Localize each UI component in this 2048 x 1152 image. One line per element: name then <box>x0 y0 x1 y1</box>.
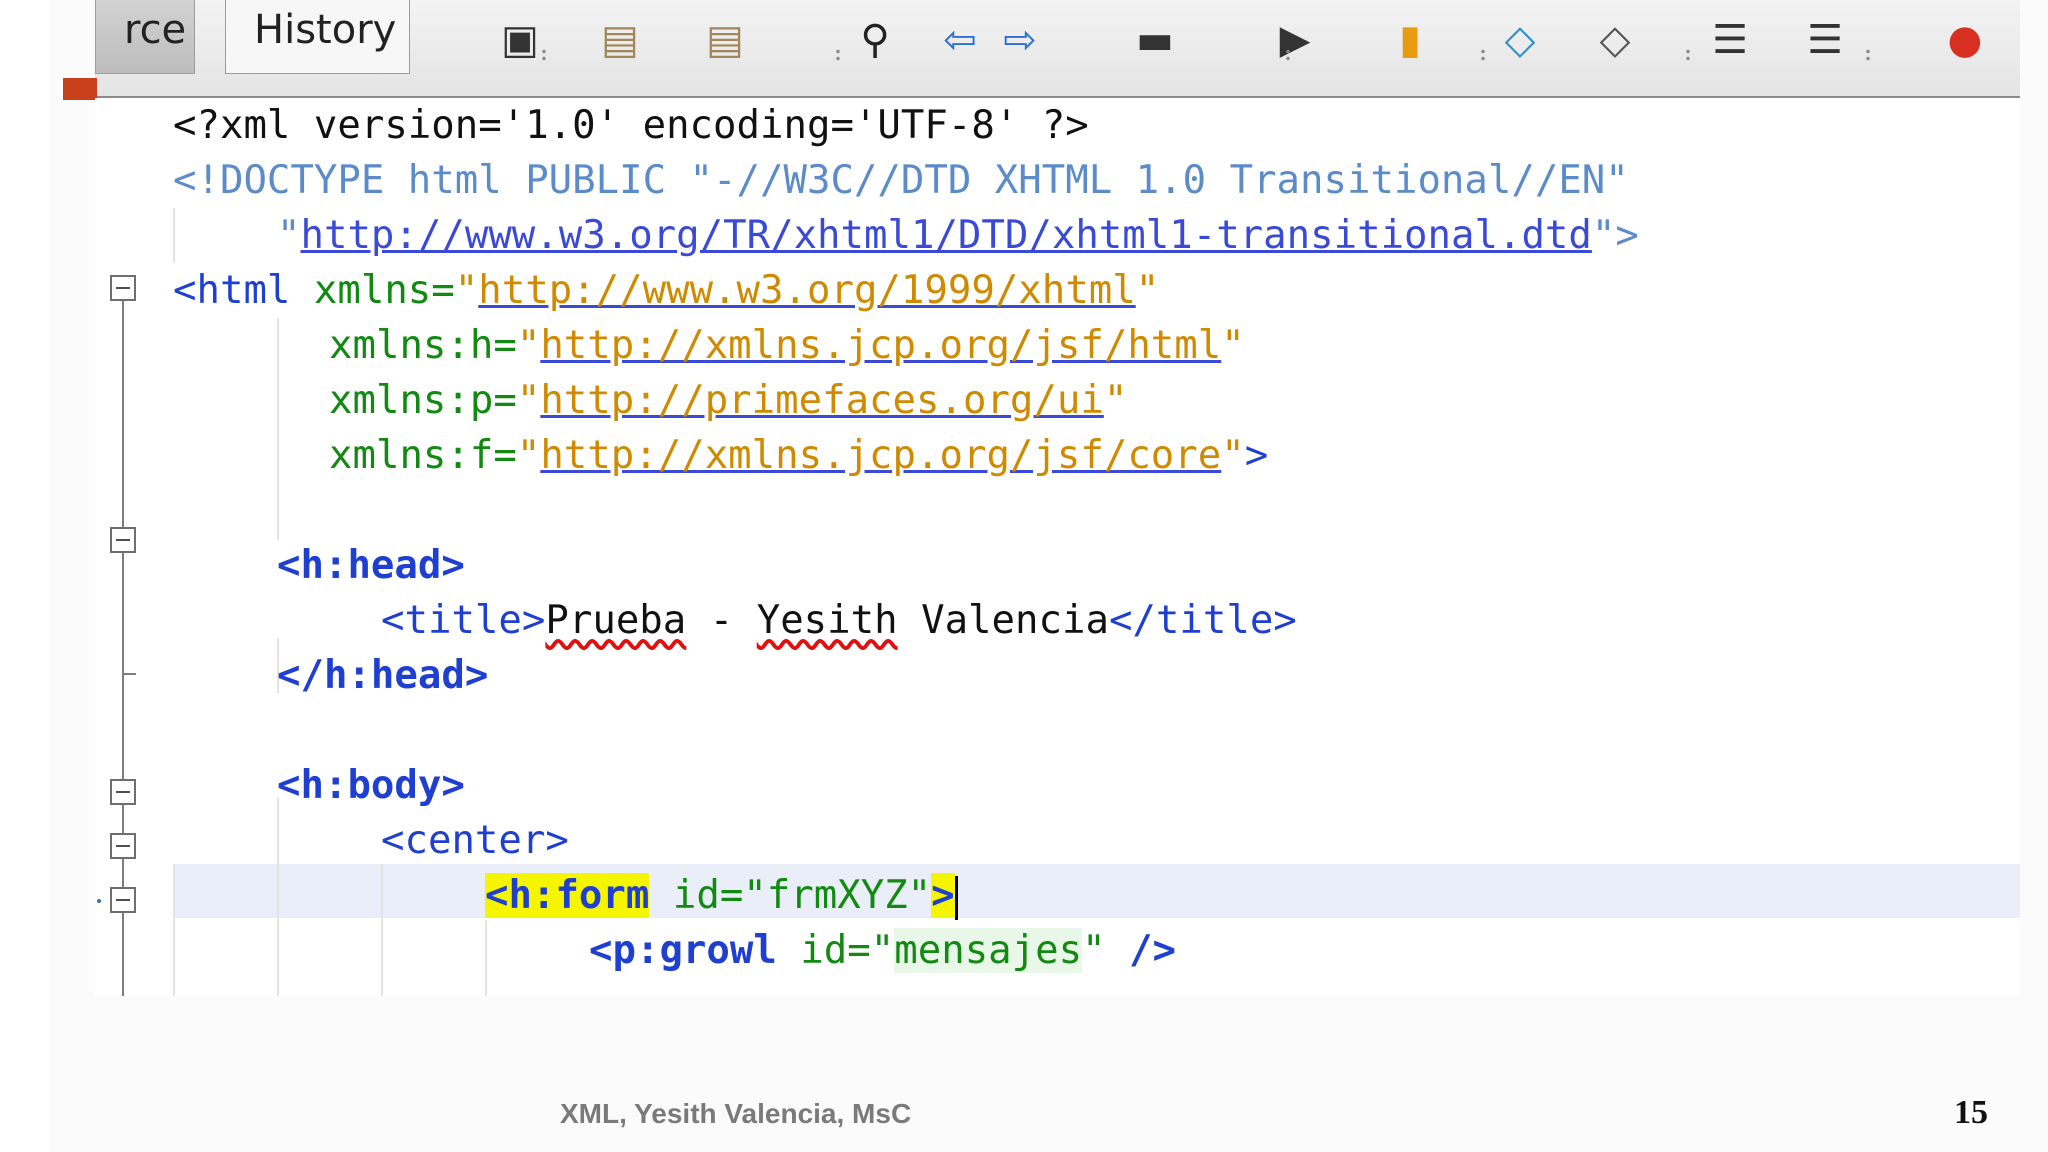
tag-close-bracket: > <box>1244 433 1269 478</box>
title-close-tag: </title> <box>1108 598 1297 643</box>
h-body-open-tag: <h:body> <box>277 763 465 808</box>
code-line-3: "http://www.w3.org/TR/xhtml1/DTD/xhtml1-… <box>277 208 1639 263</box>
search-icon[interactable]: ⚲ <box>845 0 905 60</box>
growl-id-attribute: id= <box>776 928 871 973</box>
back-icon[interactable]: ▤ <box>590 0 650 60</box>
center-open-tag: <center> <box>381 818 569 863</box>
code-line-13: <h:body> <box>277 758 465 813</box>
growl-id-value: mensajes <box>894 928 1083 973</box>
last-edit-icon[interactable]: ▣ <box>490 0 550 60</box>
forward-icon[interactable]: ▤ <box>695 0 755 60</box>
xmlns-p-attribute: xmlns:p= <box>329 378 517 423</box>
stop-macro-icon[interactable]: ● <box>1935 0 1995 60</box>
title-open-tag: <title> <box>381 598 546 643</box>
editor-cutoff-edge <box>95 996 2020 998</box>
xhtml-namespace-link[interactable]: http://www.w3.org/1999/xhtml <box>478 268 1135 313</box>
editor-toolbar: rce History ▣ ▤ ▤ ⚲ ⇦ ⇨ ▬ ▶ ▮ ◇ ◇ ☰ ☰ ● <box>95 0 2020 98</box>
p-growl-open-tag: <p:growl <box>589 928 777 973</box>
comment-icon[interactable]: ☰ <box>1700 0 1760 60</box>
slide-page-number: 15 <box>1954 1094 1988 1131</box>
quote: " <box>277 213 301 258</box>
title-separator: - <box>686 598 757 643</box>
indent-guide <box>485 920 487 998</box>
quote: " <box>516 323 541 368</box>
quote: " <box>516 378 541 423</box>
toolbar-separator <box>1685 48 1691 62</box>
quote: " <box>454 268 479 313</box>
title-word-prueba: Prueba <box>545 598 687 643</box>
fold-toggle-center[interactable] <box>110 833 136 859</box>
html-open-tag: <html <box>173 268 291 313</box>
tab-history[interactable]: History <box>225 0 410 74</box>
text-cursor <box>954 875 958 920</box>
h-head-open-tag: <h:head> <box>277 543 465 588</box>
code-editor[interactable]: <?xml version='1.0' encoding='UTF-8' ?> … <box>95 98 2020 998</box>
quote: " <box>516 433 541 478</box>
quote-close: "> <box>1591 213 1639 258</box>
doctype-declaration: <!DOCTYPE html PUBLIC "-//W3C//DTD XHTML… <box>173 158 1629 203</box>
indent-guide <box>277 318 279 540</box>
bookmark-icon[interactable]: ▮ <box>1380 0 1440 60</box>
find-previous-icon[interactable]: ⇦ <box>930 0 990 60</box>
form-id-value: "frmXYZ" <box>743 873 932 918</box>
code-line-7: xmlns:f="http://xmlns.jcp.org/jsf/core"> <box>329 428 1268 483</box>
code-line-4: <html xmlns="http://www.w3.org/1999/xhtm… <box>173 263 1159 318</box>
tab-source[interactable]: rce <box>95 0 195 74</box>
shift-right-icon[interactable]: ◇ <box>1585 0 1645 60</box>
find-next-icon[interactable]: ⇨ <box>990 0 1050 60</box>
code-line-2: <!DOCTYPE html PUBLIC "-//W3C//DTD XHTML… <box>173 153 1629 208</box>
jsf-core-namespace-link[interactable]: http://xmlns.jcp.org/jsf/core <box>540 433 1221 478</box>
toolbar-separator <box>1285 48 1291 62</box>
xmlns-attribute: xmlns= <box>290 268 455 313</box>
fold-toggle-form[interactable] <box>110 887 136 913</box>
primefaces-namespace-link[interactable]: http://primefaces.org/ui <box>540 378 1104 423</box>
code-line-11: </h:head> <box>277 648 488 703</box>
code-line-9: <h:head> <box>277 538 465 593</box>
code-line-5: xmlns:h="http://xmlns.jcp.org/jsf/html" <box>329 318 1245 373</box>
indent-guide <box>381 864 383 998</box>
xmlns-f-attribute: xmlns:f= <box>329 433 517 478</box>
shift-left-icon[interactable]: ◇ <box>1490 0 1550 60</box>
fold-toggle-html[interactable] <box>110 275 136 301</box>
code-line-10: <title>Prueba - Yesith Valencia</title> <box>381 593 1297 648</box>
code-line-1: <?xml version='1.0' encoding='UTF-8' ?> <box>173 98 1089 153</box>
indent-guide <box>173 864 175 998</box>
slide-accent-square <box>63 78 97 100</box>
quote: " <box>1103 378 1128 423</box>
growl-self-close: /> <box>1105 928 1177 973</box>
quote: " <box>1135 268 1160 313</box>
fold-end-tick <box>122 673 136 675</box>
title-word-valencia: Valencia <box>897 598 1109 643</box>
xml-declaration: <?xml version='1.0' encoding='UTF-8' ?> <box>173 103 1089 148</box>
quote: " <box>1221 323 1245 368</box>
code-line-6: xmlns:p="http://primefaces.org/ui" <box>329 373 1127 428</box>
toolbar-separator <box>835 48 841 62</box>
h-head-close-tag: </h:head> <box>277 653 489 698</box>
code-line-14: <center> <box>381 813 569 868</box>
indent-guide <box>173 208 175 263</box>
caret-line-dot <box>97 899 101 903</box>
dtd-url-link[interactable]: http://www.w3.org/TR/xhtml1/DTD/xhtml1-t… <box>300 213 1591 258</box>
toolbar-separator <box>1865 48 1871 62</box>
quote: " <box>870 928 895 973</box>
h-form-open-tag: <h:form <box>485 873 650 918</box>
code-line-16: <p:growl id="mensajes" /> <box>589 923 1176 978</box>
toggle-highlight-icon[interactable]: ▬ <box>1125 0 1185 60</box>
xmlns-h-attribute: xmlns:h= <box>329 323 517 368</box>
quote: " <box>1082 928 1106 973</box>
fold-toggle-head[interactable] <box>110 527 136 553</box>
form-close-bracket: > <box>931 873 955 918</box>
run-icon[interactable]: ▶ <box>1265 0 1325 60</box>
form-id-attribute: id= <box>649 873 744 918</box>
quote: " <box>1221 433 1245 478</box>
slide-footer-text: XML, Yesith Valencia, MsC <box>560 1098 912 1129</box>
jsf-html-namespace-link[interactable]: http://xmlns.jcp.org/jsf/html <box>540 323 1221 368</box>
title-word-yesith: Yesith <box>756 598 898 643</box>
indent-guide <box>277 798 279 998</box>
fold-toggle-body[interactable] <box>110 779 136 805</box>
toolbar-separator <box>1480 48 1486 62</box>
code-line-15: <h:form id="frmXYZ"> <box>485 868 958 923</box>
current-line-highlight <box>173 864 2020 918</box>
uncomment-icon[interactable]: ☰ <box>1795 0 1855 60</box>
